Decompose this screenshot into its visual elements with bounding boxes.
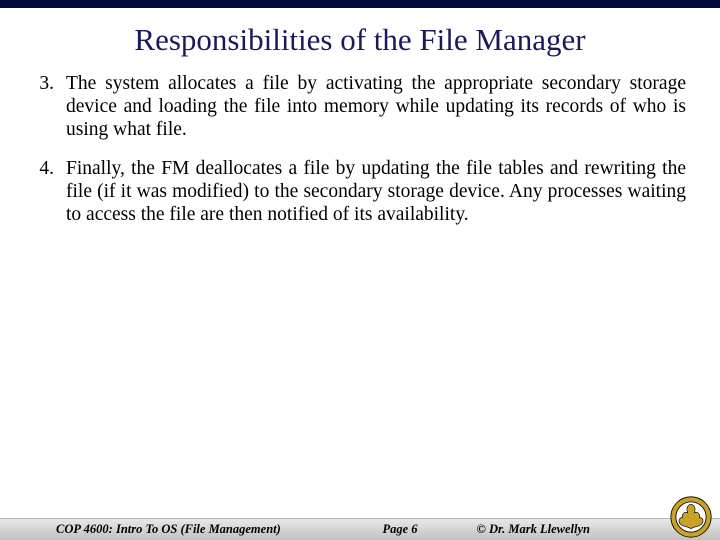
slide-footer: COP 4600: Intro To OS (File Management) … xyxy=(0,494,720,540)
item-number: 4. xyxy=(34,157,60,226)
list-item: 3. The system allocates a file by activa… xyxy=(34,72,686,141)
item-number: 3. xyxy=(34,72,60,141)
slide-body: 3. The system allocates a file by activa… xyxy=(0,66,720,226)
footer-text: COP 4600: Intro To OS (File Management) … xyxy=(0,518,720,540)
footer-page: Page 6 xyxy=(40,522,720,537)
slide-title: Responsibilities of the File Manager xyxy=(0,8,720,66)
list-item: 4. Finally, the FM deallocates a file by… xyxy=(34,157,686,226)
footer-author: © Dr. Mark Llewellyn xyxy=(476,522,590,537)
item-text: The system allocates a file by activatin… xyxy=(60,72,686,141)
item-text: Finally, the FM deallocates a file by up… xyxy=(60,157,686,226)
ucf-logo-icon xyxy=(670,496,712,538)
